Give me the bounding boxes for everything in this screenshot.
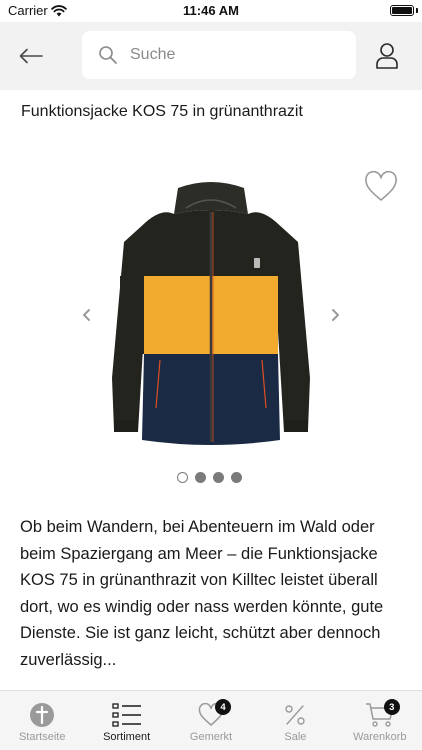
product-description: Ob beim Wandern, bei Abenteuern im Wald …: [20, 518, 384, 669]
product-gallery[interactable]: [0, 170, 422, 460]
tab-label: Warenkorb: [353, 731, 407, 743]
percent-icon: [277, 701, 313, 729]
arrow-left-icon: [19, 48, 43, 64]
pagination-dot[interactable]: [231, 472, 242, 483]
favorites-count-badge: 4: [215, 699, 232, 715]
tab-bar: Startseite Sortiment 4 Gemerkt Sale 3 Wa…: [0, 690, 422, 750]
favorite-button[interactable]: [364, 170, 398, 203]
list-icon: [109, 701, 145, 729]
search-placeholder: Suche: [130, 46, 176, 63]
product-image: [112, 182, 310, 445]
chevron-left-icon: [83, 309, 90, 321]
battery-icon: [390, 5, 414, 16]
product-title: Funktionsjacke KOS 75 in grünanthrazit: [21, 103, 303, 120]
cart-icon: 3: [362, 699, 400, 729]
back-button[interactable]: [16, 42, 46, 70]
tab-label: Gemerkt: [189, 731, 233, 743]
tab-label: Sortiment: [103, 731, 151, 743]
tab-warenkorb[interactable]: 3 Warenkorb: [338, 691, 422, 750]
chevron-right-icon: [332, 309, 339, 321]
top-bar: Suche: [0, 22, 422, 90]
status-bar: Carrier 11:46 AM: [0, 0, 422, 22]
user-icon: [376, 43, 398, 69]
tab-gemerkt[interactable]: 4 Gemerkt: [169, 691, 253, 750]
clock-label: 11:46 AM: [183, 3, 239, 18]
account-button[interactable]: [372, 40, 402, 72]
pagination-dot[interactable]: [195, 472, 206, 483]
home-plus-icon: [24, 701, 60, 729]
gallery-prev-button[interactable]: [78, 306, 96, 324]
gallery-pagination: [177, 472, 242, 484]
tab-sortiment[interactable]: Sortiment: [84, 691, 168, 750]
tab-startseite[interactable]: Startseite: [0, 691, 84, 750]
pagination-dot[interactable]: [177, 472, 188, 483]
tab-label: Sale: [284, 731, 307, 743]
tab-sale[interactable]: Sale: [253, 691, 337, 750]
heart-outline-icon: [365, 170, 397, 201]
heart-icon: 4: [193, 699, 232, 729]
gallery-next-button[interactable]: [326, 306, 344, 324]
cart-count-badge: 3: [383, 699, 400, 715]
battery-tip: [416, 8, 418, 13]
search-input[interactable]: Suche: [82, 31, 356, 79]
search-icon: [98, 45, 118, 70]
pagination-dot[interactable]: [213, 472, 224, 483]
tab-label: Startseite: [18, 731, 66, 743]
